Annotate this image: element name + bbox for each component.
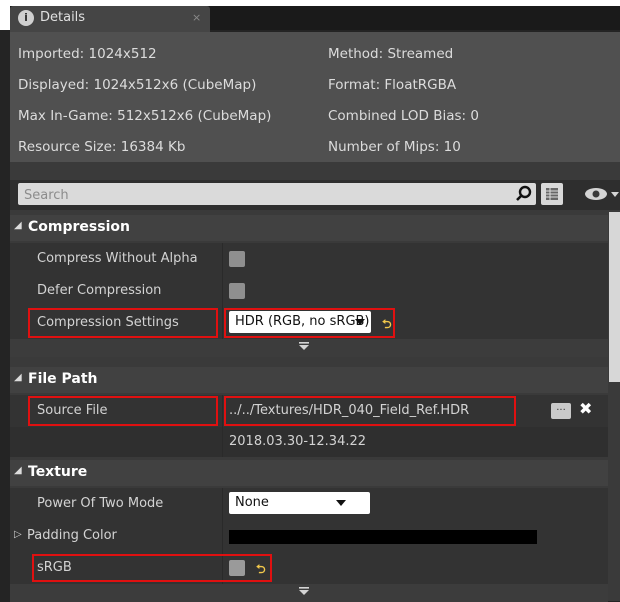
property-label: Power Of Two Mode (37, 496, 164, 511)
category-label: Compression (28, 219, 130, 235)
details-panel: Imported: 1024x512 Displayed: 1024x512x6… (10, 32, 620, 602)
tab-label: Details (40, 10, 86, 25)
collapse-arrow-icon: ◢ (14, 465, 22, 476)
advanced-expander[interactable] (10, 339, 608, 357)
advanced-expander[interactable] (10, 584, 608, 602)
divider (222, 427, 223, 457)
browse-button[interactable]: ... (551, 403, 571, 419)
row-timestamp: 2018.03.30-12.34.22 (10, 427, 608, 457)
property-label: Compress Without Alpha (37, 251, 198, 266)
category-file-path[interactable]: ◢ File Path (10, 367, 608, 393)
highlight-compression-settings-label (28, 308, 218, 338)
row-power-of-two-mode: Power Of Two Mode None (10, 488, 608, 520)
category-label: Texture (28, 464, 88, 480)
browse-icon: ... (556, 402, 566, 413)
padding-color-swatch[interactable] (229, 530, 537, 544)
chevron-down-icon (336, 500, 346, 506)
lod-bias-text: Combined LOD Bias: 0 (328, 108, 479, 124)
clear-icon[interactable]: ✖ (579, 399, 592, 418)
search-icon[interactable] (515, 185, 533, 203)
category-texture[interactable]: ◢ Texture (10, 460, 608, 486)
property-label: Defer Compression (37, 283, 162, 298)
expand-arrow-icon (299, 587, 309, 595)
divider (222, 488, 223, 520)
resource-size-text: Resource Size: 16384 Kb (18, 139, 186, 155)
divider (222, 275, 223, 307)
grid-view-icon[interactable] (541, 183, 563, 205)
row-compress-without-alpha: Compress Without Alpha (10, 243, 608, 275)
mips-text: Number of Mips: 10 (328, 139, 461, 155)
imported-text: Imported: 1024x512 (18, 46, 157, 62)
search-box[interactable] (18, 183, 536, 206)
power-of-two-dropdown[interactable]: None (229, 492, 370, 514)
divider (222, 307, 223, 339)
format-text: Format: FloatRGBA (328, 77, 457, 93)
collapse-arrow-icon: ◢ (14, 220, 22, 231)
method-text: Method: Streamed (328, 46, 454, 62)
source-file-timestamp: 2018.03.30-12.34.22 (229, 434, 367, 449)
texture-info: Imported: 1024x512 Displayed: 1024x512x6… (10, 32, 620, 162)
divider (222, 520, 223, 552)
search-input[interactable] (22, 184, 496, 206)
row-padding-color: ▷ Padding Color (10, 520, 608, 552)
highlight-source-file-value (224, 396, 516, 426)
tab-details[interactable]: i Details × (10, 6, 210, 32)
highlight-compression-settings-value (224, 308, 395, 338)
max-in-game-text: Max In-Game: 512x512x6 (CubeMap) (18, 108, 272, 124)
property-label: Padding Color (27, 528, 117, 543)
defer-compression-checkbox[interactable] (229, 283, 245, 299)
row-defer-compression: Defer Compression (10, 275, 608, 307)
compress-without-alpha-checkbox[interactable] (229, 251, 245, 267)
divider (222, 243, 223, 275)
divider (222, 395, 223, 427)
search-row (10, 180, 620, 210)
category-label: File Path (28, 371, 98, 387)
displayed-text: Displayed: 1024x512x6 (CubeMap) (18, 77, 257, 93)
eye-icon[interactable] (582, 185, 620, 203)
dropdown-value: None (235, 495, 269, 510)
category-compression[interactable]: ◢ Compression (10, 215, 608, 241)
collapse-arrow-icon: ◢ (14, 372, 22, 383)
highlight-srgb (32, 554, 272, 582)
info-icon: i (18, 10, 34, 26)
highlight-source-file-label (28, 396, 218, 426)
expand-row-icon[interactable]: ▷ (14, 529, 22, 540)
expand-arrow-icon (299, 342, 309, 350)
close-icon[interactable]: × (192, 11, 201, 24)
scrollbar[interactable] (609, 212, 620, 382)
